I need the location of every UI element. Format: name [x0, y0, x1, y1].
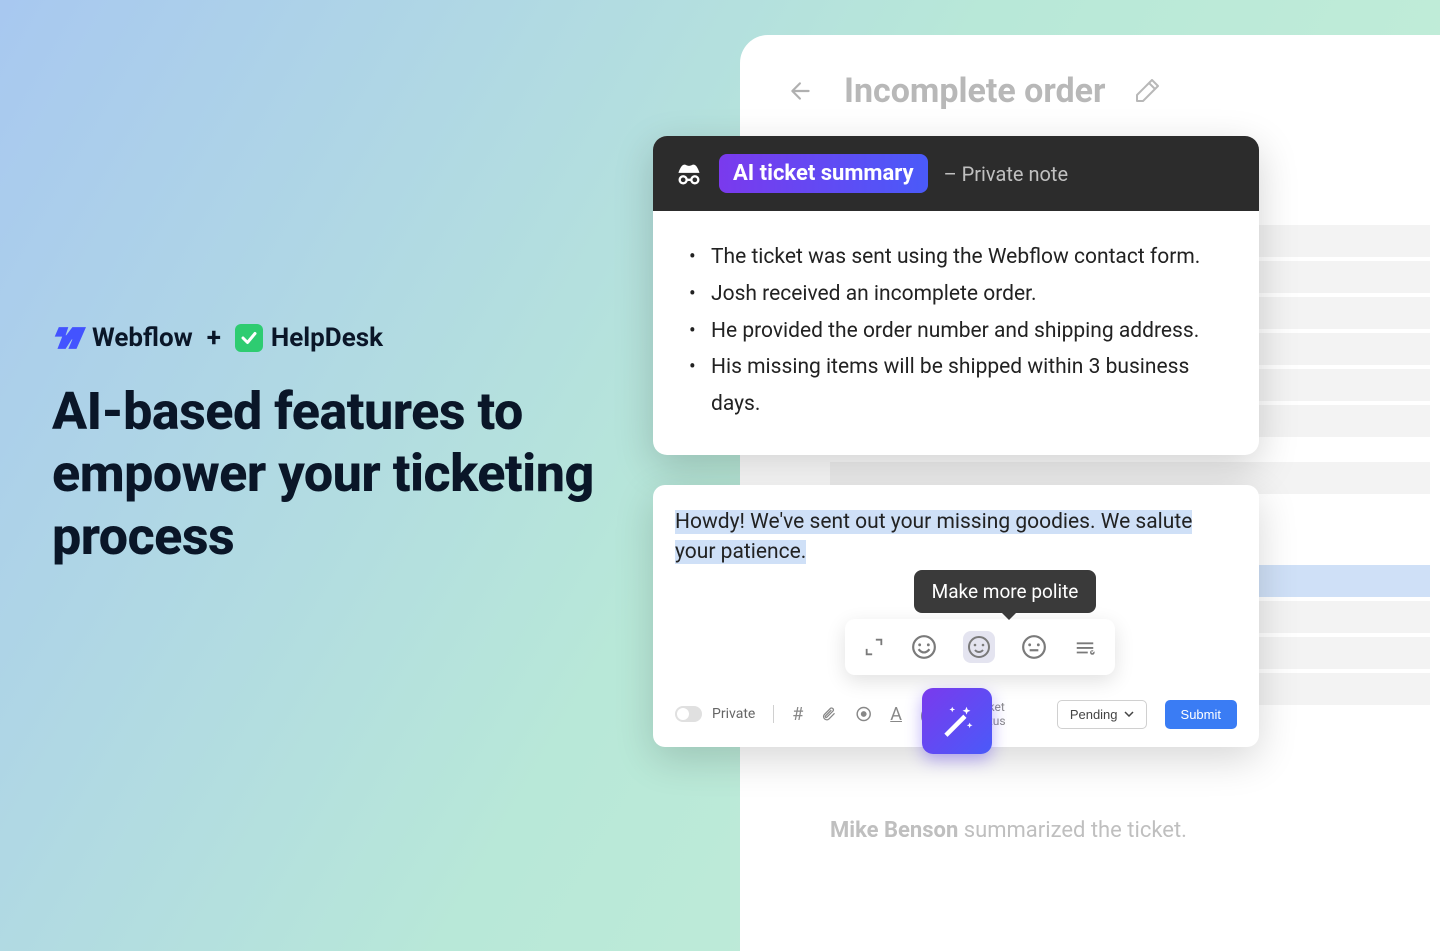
record-icon[interactable] [855, 705, 872, 723]
happy-face-icon[interactable] [911, 634, 937, 660]
activity-log-entry: Mike Benson summarized the ticket. [830, 818, 1187, 843]
tone-popup: Make more polite [815, 570, 1145, 675]
ai-summary-badge: AI ticket summary [719, 154, 928, 193]
chevron-down-icon [1124, 711, 1134, 717]
helpdesk-icon [235, 324, 263, 352]
back-arrow-icon[interactable] [788, 78, 814, 104]
webflow-icon [52, 326, 86, 350]
submit-button[interactable]: Submit [1165, 700, 1237, 729]
ticket-status-dropdown[interactable]: Pending [1057, 700, 1147, 729]
expand-icon[interactable] [863, 636, 885, 658]
helpdesk-wordmark: HelpDesk [271, 323, 383, 353]
magic-wand-icon [938, 702, 976, 740]
plus-separator: + [207, 323, 221, 353]
private-toggle[interactable] [675, 706, 702, 722]
ai-summary-item: His missing items will be shipped within… [685, 349, 1227, 423]
ai-summary-body: The ticket was sent using the Webflow co… [653, 211, 1259, 455]
ai-summary-item: He provided the order number and shippin… [685, 313, 1227, 350]
attachment-icon[interactable] [821, 705, 836, 723]
ai-wand-button[interactable] [922, 688, 992, 754]
edit-icon[interactable] [1135, 79, 1159, 103]
text-color-icon[interactable]: A [890, 704, 902, 725]
divider [773, 705, 774, 723]
ticket-title: Incomplete order [844, 71, 1105, 111]
smile-face-icon[interactable] [963, 631, 995, 663]
private-note-tag: – Private note [944, 162, 1068, 186]
neutral-face-icon[interactable] [1021, 634, 1047, 660]
ai-summary-list: The ticket was sent using the Webflow co… [685, 239, 1227, 423]
reply-text[interactable]: Howdy! We've sent out your missing goodi… [675, 507, 1237, 568]
ai-summary-item: The ticket was sent using the Webflow co… [685, 239, 1227, 276]
helpdesk-logo: HelpDesk [235, 323, 383, 353]
incognito-icon [675, 160, 703, 188]
logo-row: Webflow + HelpDesk [52, 323, 612, 353]
tone-toolbar [845, 619, 1115, 675]
ai-summary-card: AI ticket summary – Private note The tic… [653, 136, 1259, 455]
marketing-left-panel: Webflow + HelpDesk AI-based features to … [52, 323, 612, 568]
hash-icon[interactable]: # [792, 704, 803, 725]
headline: AI-based features to empower your ticket… [52, 381, 612, 568]
private-label: Private [712, 706, 755, 722]
summarize-icon[interactable] [1073, 636, 1097, 658]
webflow-logo: Webflow [52, 323, 193, 353]
tooltip: Make more polite [914, 570, 1097, 613]
ticket-header: Incomplete order [740, 35, 1440, 139]
webflow-wordmark: Webflow [92, 323, 193, 353]
ai-summary-item: Josh received an incomplete order. [685, 276, 1227, 313]
ai-summary-header: AI ticket summary – Private note [653, 136, 1259, 211]
